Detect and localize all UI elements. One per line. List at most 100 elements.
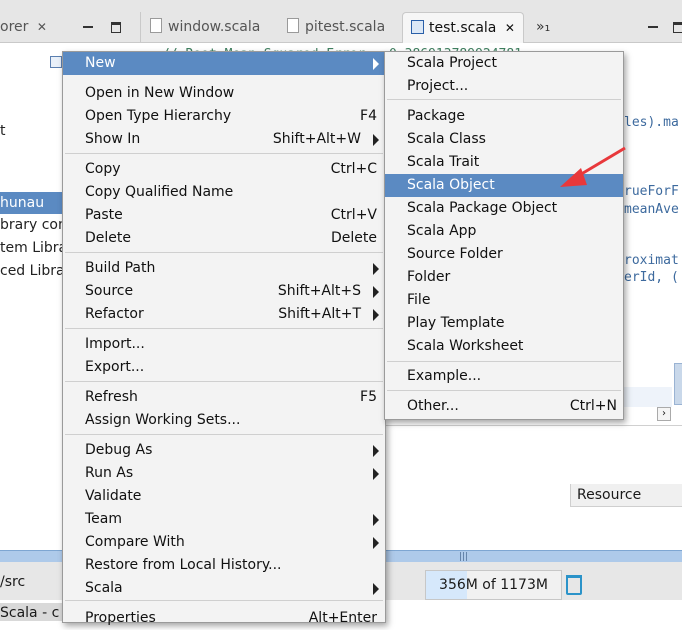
menu-separator — [65, 252, 383, 253]
minimize-icon[interactable] — [648, 26, 658, 28]
menu-separator — [65, 434, 383, 435]
grip-icon[interactable]: ||| — [459, 552, 468, 562]
menu-item-compare-with[interactable]: Compare With — [63, 531, 385, 554]
menu-item-show-in[interactable]: Show In Shift+Alt+W — [63, 128, 385, 151]
submenu-item-scala-worksheet[interactable]: Scala Worksheet — [385, 335, 623, 358]
menu-item-label: Build Path — [85, 260, 156, 276]
tab-overflow-button[interactable]: »₁ — [536, 12, 550, 42]
menu-item-open-in-new-window[interactable]: Open in New Window — [63, 82, 385, 105]
menu-item-copy[interactable]: Copy Ctrl+C — [63, 158, 385, 181]
chevron-right-icon — [373, 58, 379, 70]
tree-item-selected[interactable]: hunau — [0, 192, 64, 214]
submenu-item-source-folder[interactable]: Source Folder — [385, 243, 623, 266]
menu-item-accelerator: Shift+Alt+S — [277, 283, 361, 299]
tree-item[interactable]: ced Librar — [0, 263, 70, 279]
menu-separator — [387, 361, 621, 362]
tab-pitest-scala[interactable]: pitest.scala — [287, 12, 385, 42]
package-explorer-tab[interactable]: orer ✕ — [0, 12, 47, 42]
submenu-item-label: Play Template — [407, 315, 505, 331]
menu-item-label: Compare With — [85, 534, 185, 550]
menu-item-label: Debug As — [85, 442, 153, 458]
menu-item-delete[interactable]: Delete Delete — [63, 227, 385, 250]
annotation-arrow-head — [560, 168, 587, 187]
chevron-right-icon — [373, 583, 379, 595]
menu-item-refresh[interactable]: Refresh F5 — [63, 386, 385, 409]
menu-item-new[interactable]: New — [63, 52, 385, 75]
submenu-item-play-template[interactable]: Play Template — [385, 312, 623, 335]
menu-separator — [387, 390, 621, 391]
vertical-scrollbar[interactable] — [674, 363, 682, 405]
submenu-item-label: Scala Worksheet — [407, 338, 524, 354]
submenu-item-scala-package-object[interactable]: Scala Package Object — [385, 197, 623, 220]
submenu-item-package[interactable]: Package — [385, 105, 623, 128]
close-icon[interactable]: ✕ — [505, 21, 515, 35]
menu-item-team[interactable]: Team — [63, 508, 385, 531]
menu-item-source[interactable]: Source Shift+Alt+S — [63, 280, 385, 303]
heap-status-text: 356M of 1173M — [439, 577, 548, 593]
submenu-item-file[interactable]: File — [385, 289, 623, 312]
menu-item-export[interactable]: Export... — [63, 356, 385, 379]
menu-item-restore-from-local-history[interactable]: Restore from Local History... — [63, 554, 385, 577]
close-icon[interactable]: ✕ — [37, 20, 47, 34]
menu-item-label: Properties — [85, 610, 156, 626]
menu-item-scala[interactable]: Scala — [63, 577, 385, 600]
menu-item-paste[interactable]: Paste Ctrl+V — [63, 204, 385, 227]
tab-label: pitest.scala — [305, 19, 386, 35]
menu-item-build-path[interactable]: Build Path — [63, 257, 385, 280]
menu-item-accelerator: F4 — [360, 108, 377, 124]
tree-item[interactable]: t — [0, 123, 6, 139]
menu-item-label: Copy — [85, 161, 121, 177]
submenu-item-project[interactable]: Project... — [385, 75, 623, 98]
menu-item-label: Import... — [85, 336, 145, 352]
chevron-right-icon — [373, 134, 379, 146]
chevron-right-icon — [373, 468, 379, 480]
menu-item-label: Source — [85, 283, 134, 299]
menu-separator — [65, 153, 383, 154]
menu-item-refactor[interactable]: Refactor Shift+Alt+T — [63, 303, 385, 326]
submenu-item-folder[interactable]: Folder — [385, 266, 623, 289]
menu-item-open-type-hierarchy[interactable]: Open Type Hierarchy F4 — [63, 105, 385, 128]
menu-item-label: Export... — [85, 359, 145, 375]
submenu-item-label: File — [407, 292, 431, 308]
submenu-item-label: Other... — [407, 398, 459, 414]
menu-item-label: New — [85, 55, 116, 71]
column-header-resource[interactable]: Resource — [570, 484, 682, 507]
submenu-item-label: Scala Trait — [407, 154, 480, 170]
submenu-item-label: Scala Object — [407, 177, 495, 193]
minimize-icon[interactable] — [83, 26, 93, 28]
menu-item-copy-qualified-name[interactable]: Copy Qualified Name — [63, 181, 385, 204]
chevron-right-icon — [373, 286, 379, 298]
menu-item-assign-working-sets[interactable]: Assign Working Sets... — [63, 409, 385, 432]
submenu-item-other[interactable]: Other... Ctrl+N — [385, 395, 623, 418]
garbage-collect-icon[interactable] — [566, 575, 582, 595]
menu-item-label: Refresh — [85, 389, 138, 405]
tab-label: test.scala — [429, 20, 497, 36]
menu-item-accelerator: Ctrl+V — [330, 207, 377, 223]
maximize-icon[interactable] — [673, 22, 682, 33]
tab-window-scala[interactable]: window.scala — [150, 12, 260, 42]
submenu-item-example[interactable]: Example... — [385, 365, 623, 388]
submenu-item-label: Package — [407, 108, 466, 124]
maximize-icon[interactable] — [111, 22, 121, 33]
heap-status[interactable]: 356M of 1173M — [425, 570, 562, 600]
package-explorer-tab-label: orer — [0, 19, 29, 35]
scala-file-icon — [411, 20, 424, 34]
submenu-item-scala-project[interactable]: Scala Project — [385, 52, 623, 75]
submenu-item-label: Project... — [407, 78, 469, 94]
menu-item-label: Scala — [85, 580, 123, 596]
bottom-tab[interactable]: Scala - c — [0, 603, 64, 621]
tab-label: window.scala — [168, 19, 261, 35]
menu-item-validate[interactable]: Validate — [63, 485, 385, 508]
menu-item-debug-as[interactable]: Debug As — [63, 439, 385, 462]
menu-item-run-as[interactable]: Run As — [63, 462, 385, 485]
menu-item-properties[interactable]: Properties Alt+Enter — [63, 607, 385, 630]
tab-test-scala[interactable]: test.scala ✕ — [402, 12, 524, 43]
collapse-all-icon[interactable] — [50, 56, 62, 68]
menu-item-accelerator: Ctrl+C — [330, 161, 377, 177]
editor-tab-bar: orer ✕ window.scala pitest.scala test.sc… — [0, 0, 682, 43]
scroll-right-icon[interactable]: › — [657, 407, 671, 421]
menu-item-import[interactable]: Import... — [63, 333, 385, 356]
menu-item-accelerator: Shift+Alt+W — [272, 131, 361, 147]
status-path: /src — [0, 574, 26, 590]
submenu-item-scala-app[interactable]: Scala App — [385, 220, 623, 243]
